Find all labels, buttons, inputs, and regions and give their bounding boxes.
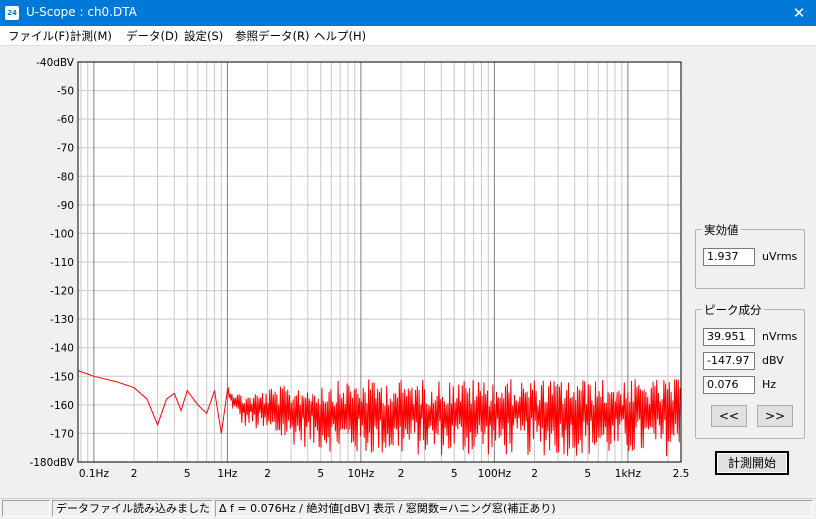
x-tick-label: 2.5 (673, 468, 690, 480)
y-tick-label: -80 (57, 171, 74, 183)
spectrum-chart: -40dBV -50 -60 -70 -80 -90 -100 -110 -120 -130 -14… (29, 57, 690, 480)
y-tick-label: -180dBV (29, 457, 74, 469)
x-tick-label: 5 (317, 468, 324, 480)
x-tick-label: 5 (184, 468, 191, 480)
rms-value-field: 1.937 (703, 248, 755, 266)
y-tick-label: -170 (50, 428, 74, 440)
y-tick-label: -120 (50, 286, 74, 298)
peak-groupbox: ピーク成分 39.951 nVrms -147.97 dBV 0.076 Hz … (695, 302, 805, 439)
peak-hz-field: 0.076 (703, 376, 755, 394)
rms-groupbox: 実効値 1.937 uVrms (695, 222, 805, 289)
status-info: Δ f = 0.076Hz / 絶対値[dBV] 表示 / 窓関数=ハニング窓(… (215, 500, 813, 517)
menu-bar: ファイル(F) 計測(M) データ(D) 設定(S) 参照データ(R) ヘルプ(… (0, 26, 816, 46)
peak-group-title: ピーク成分 (702, 302, 764, 318)
y-tick-label: -50 (57, 86, 74, 98)
y-tick-label: -60 (57, 114, 74, 126)
rms-group-title: 実効値 (702, 222, 741, 238)
y-tick-label: -40dBV (36, 57, 75, 69)
y-tick-label: -110 (50, 257, 74, 269)
y-tick-label: -90 (57, 200, 74, 212)
peak-hz-unit: Hz (762, 378, 777, 391)
x-tick-label: 2 (531, 468, 538, 480)
peak-nvrms-field: 39.951 (703, 328, 755, 346)
menu-data[interactable]: データ(D) (126, 28, 178, 44)
status-bar: データファイル読み込みました Δ f = 0.076Hz / 絶対値[dBV] … (0, 498, 816, 519)
y-tick-label: -160 (50, 400, 74, 412)
x-tick-label: 1kHz (615, 468, 642, 480)
menu-measure[interactable]: 計測(M) (70, 28, 112, 44)
y-tick-label: -70 (57, 143, 74, 155)
x-tick-label: 2 (264, 468, 271, 480)
prev-peak-button[interactable]: << (711, 405, 747, 427)
menu-reference-data[interactable]: 参照データ(R) (235, 28, 309, 44)
x-tick-label: 2 (398, 468, 405, 480)
window-title: U-Scope : ch0.DTA (26, 5, 137, 19)
x-tick-label: 5 (451, 468, 458, 480)
peak-nvrms-unit: nVrms (762, 330, 798, 343)
status-pane-left (2, 500, 50, 517)
status-message: データファイル読み込みました (52, 500, 213, 517)
x-tick-label: 5 (584, 468, 591, 480)
app-icon: 24 (5, 6, 19, 20)
title-bar: 24 U-Scope : ch0.DTA ✕ (0, 0, 816, 26)
x-tick-label: 10Hz (348, 468, 375, 480)
next-peak-button[interactable]: >> (757, 405, 793, 427)
x-tick-label: 2 (131, 468, 138, 480)
start-measurement-button[interactable]: 計測開始 (715, 451, 789, 475)
peak-dbv-field: -147.97 (703, 352, 755, 370)
menu-file[interactable]: ファイル(F) (8, 28, 70, 44)
close-icon[interactable]: ✕ (782, 0, 816, 26)
x-tick-label: 100Hz (478, 468, 512, 480)
rms-unit-label: uVrms (762, 250, 798, 263)
y-tick-label: -150 (50, 371, 74, 383)
main-area: -40dBV -50 -60 -70 -80 -90 -100 -110 -120 -130 -14… (0, 46, 816, 498)
x-tick-label: 1Hz (217, 468, 238, 480)
y-tick-label: -140 (50, 343, 74, 355)
y-tick-label: -130 (50, 314, 74, 326)
y-tick-label: -100 (50, 228, 74, 240)
x-tick-label: 0.1Hz (79, 468, 110, 480)
menu-help[interactable]: ヘルプ(H) (314, 28, 366, 44)
menu-settings[interactable]: 設定(S) (184, 28, 223, 44)
peak-dbv-unit: dBV (762, 354, 784, 367)
